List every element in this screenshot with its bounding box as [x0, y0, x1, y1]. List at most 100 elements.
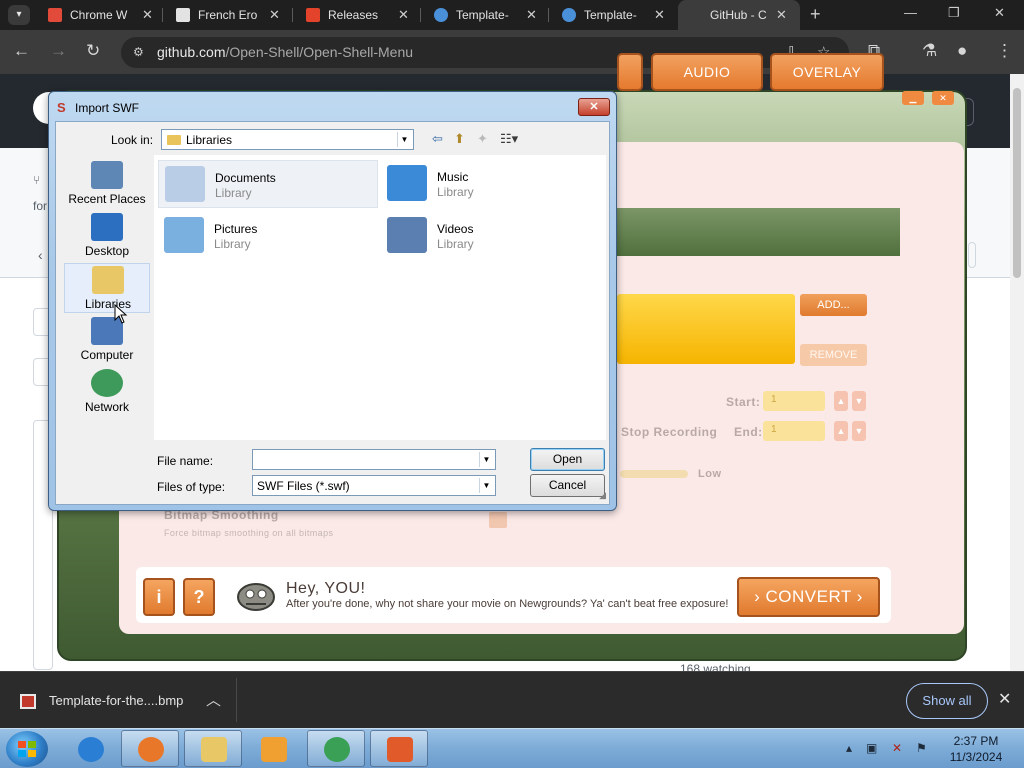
end-field[interactable]: 1	[763, 421, 825, 441]
end-up-button[interactable]: ▲	[834, 421, 848, 441]
restore-icon[interactable]: ❐	[948, 5, 960, 21]
taskbar-firefox[interactable]	[121, 730, 179, 767]
volume-muted-icon[interactable]: ✕	[892, 741, 902, 755]
item-type: Library	[437, 237, 474, 251]
audio-list[interactable]	[617, 294, 795, 364]
place-desktop[interactable]: Desktop	[64, 211, 150, 261]
hey-message: After you're done, why not share your mo…	[286, 598, 729, 610]
reload-icon[interactable]: ↻	[86, 41, 100, 61]
divider	[236, 678, 237, 722]
download-file-name[interactable]: Template-for-the....bmp	[49, 693, 183, 708]
info-button[interactable]: i	[143, 578, 175, 616]
new-tab-button[interactable]: +	[810, 4, 821, 25]
file-type-select[interactable]: SWF Files (*.swf) ▼	[252, 475, 496, 496]
dialog-close-button[interactable]: ✕	[578, 98, 610, 116]
place-computer[interactable]: Computer	[64, 315, 150, 365]
minimize-icon[interactable]: —	[904, 5, 917, 20]
taskbar-swf-converter[interactable]	[370, 730, 428, 767]
scrollbar-thumb[interactable]	[1013, 88, 1021, 278]
chevron-down-icon[interactable]: ▼	[479, 452, 493, 467]
close-icon[interactable]: ✕	[398, 7, 409, 23]
page-scrollbar[interactable]	[1010, 74, 1024, 671]
url-text[interactable]: github.com/Open-Shell/Open-Shell-Menu	[157, 44, 413, 60]
end-label: End:	[734, 425, 763, 439]
bitmap-smoothing-checkbox[interactable]	[489, 512, 507, 528]
windows-logo-icon	[18, 741, 36, 757]
close-icon[interactable]: ✕	[654, 7, 665, 23]
labs-icon[interactable]: ⚗	[922, 41, 937, 61]
open-button[interactable]: Open	[530, 448, 605, 471]
item-type: Library	[437, 185, 474, 199]
forward-icon[interactable]: →	[50, 41, 67, 61]
site-info-icon[interactable]: ⚙	[133, 45, 144, 59]
profile-icon[interactable]: ●	[957, 41, 967, 61]
close-icon[interactable]: ✕	[932, 91, 954, 105]
place-libraries[interactable]: Libraries	[64, 263, 150, 313]
back-arrow-icon[interactable]: ⇦	[432, 131, 443, 147]
device-icon[interactable]: ▣	[866, 741, 877, 755]
convert-button[interactable]: › CONVERT ›	[737, 577, 880, 617]
tab-template-1[interactable]: Template- ✕	[424, 0, 548, 30]
low-label: Low	[698, 468, 722, 480]
taskbar-file-explorer[interactable]	[184, 730, 242, 767]
taskbar-media-player[interactable]	[244, 730, 302, 767]
menu-icon[interactable]: ⋮	[996, 41, 1013, 61]
item-name: Videos	[437, 222, 474, 236]
close-icon[interactable]: ✕	[269, 7, 280, 23]
tab-french[interactable]: French Ero ✕	[166, 0, 290, 30]
system-clock[interactable]: 2:37 PM 11/3/2024	[942, 733, 1010, 765]
item-name: Documents	[215, 171, 276, 185]
file-list[interactable]: Documents Library Music Library Pictures…	[154, 155, 606, 440]
add-button[interactable]: ADD...	[800, 294, 867, 316]
tab-search-button[interactable]: ▾	[8, 5, 30, 25]
tab-video[interactable]	[617, 53, 643, 91]
minimize-icon[interactable]: ▁	[902, 91, 924, 105]
bitmap-smoothing-desc: Force bitmap smoothing on all bitmaps	[164, 528, 334, 538]
close-icon[interactable]: ✕	[142, 7, 153, 23]
new-folder-icon[interactable]: ✦	[477, 131, 488, 147]
start-up-button[interactable]: ▲	[834, 391, 848, 411]
tab-template-2[interactable]: Template- ✕	[552, 0, 676, 30]
tab-chrome-web-store[interactable]: Chrome W ✕	[38, 0, 160, 30]
chevron-down-icon[interactable]: ▼	[397, 132, 411, 147]
chevron-up-icon[interactable]: ︿	[206, 689, 221, 710]
close-download-bar-icon[interactable]: ✕	[998, 689, 1011, 709]
start-label: Start:	[726, 395, 761, 409]
taskbar-internet-explorer[interactable]	[61, 730, 119, 767]
show-all-button[interactable]: Show all	[906, 683, 988, 719]
up-folder-icon[interactable]: ⬆	[454, 131, 465, 147]
remove-button[interactable]: REMOVE	[800, 344, 867, 366]
list-item-videos[interactable]: Videos Library	[381, 212, 601, 260]
close-window-icon[interactable]: ✕	[994, 5, 1005, 21]
taskbar-chrome[interactable]	[307, 730, 365, 767]
list-item-pictures[interactable]: Pictures Library	[158, 212, 378, 260]
start-button[interactable]	[6, 731, 48, 767]
list-item-music[interactable]: Music Library	[381, 160, 601, 208]
start-down-button[interactable]: ▼	[852, 391, 866, 411]
repo-action-button[interactable]	[968, 242, 976, 268]
start-field[interactable]: 1	[763, 391, 825, 411]
help-button[interactable]: ?	[183, 578, 215, 616]
file-name-field[interactable]: ▼	[252, 449, 496, 470]
resize-grip-icon[interactable]: ◢	[599, 490, 606, 501]
end-down-button[interactable]: ▼	[852, 421, 866, 441]
close-icon[interactable]: ✕	[526, 7, 537, 23]
tab-github[interactable]: GitHub - C ✕	[678, 0, 800, 30]
cancel-button[interactable]: Cancel	[530, 474, 605, 497]
view-menu-icon[interactable]: ☷▾	[500, 131, 518, 147]
place-network[interactable]: Network	[64, 367, 150, 417]
tab-audio[interactable]: AUDIO	[651, 53, 763, 91]
action-center-flag-icon[interactable]: ⚑	[916, 741, 927, 755]
back-icon[interactable]: ←	[13, 41, 30, 61]
list-item-documents[interactable]: Documents Library	[158, 160, 378, 208]
close-icon[interactable]: ✕	[776, 7, 787, 23]
show-hidden-icons-icon[interactable]: ▴	[846, 741, 852, 755]
quality-slider[interactable]	[620, 470, 688, 478]
tab-releases[interactable]: Releases ✕	[296, 0, 420, 30]
documents-library-icon	[165, 166, 205, 202]
chevron-left-icon[interactable]: ‹	[38, 247, 43, 263]
tab-overlay[interactable]: OVERLAY	[770, 53, 884, 91]
chevron-down-icon[interactable]: ▼	[479, 478, 493, 493]
place-recent-places[interactable]: Recent Places	[64, 159, 150, 209]
look-in-dropdown[interactable]: Libraries ▼	[161, 129, 414, 150]
